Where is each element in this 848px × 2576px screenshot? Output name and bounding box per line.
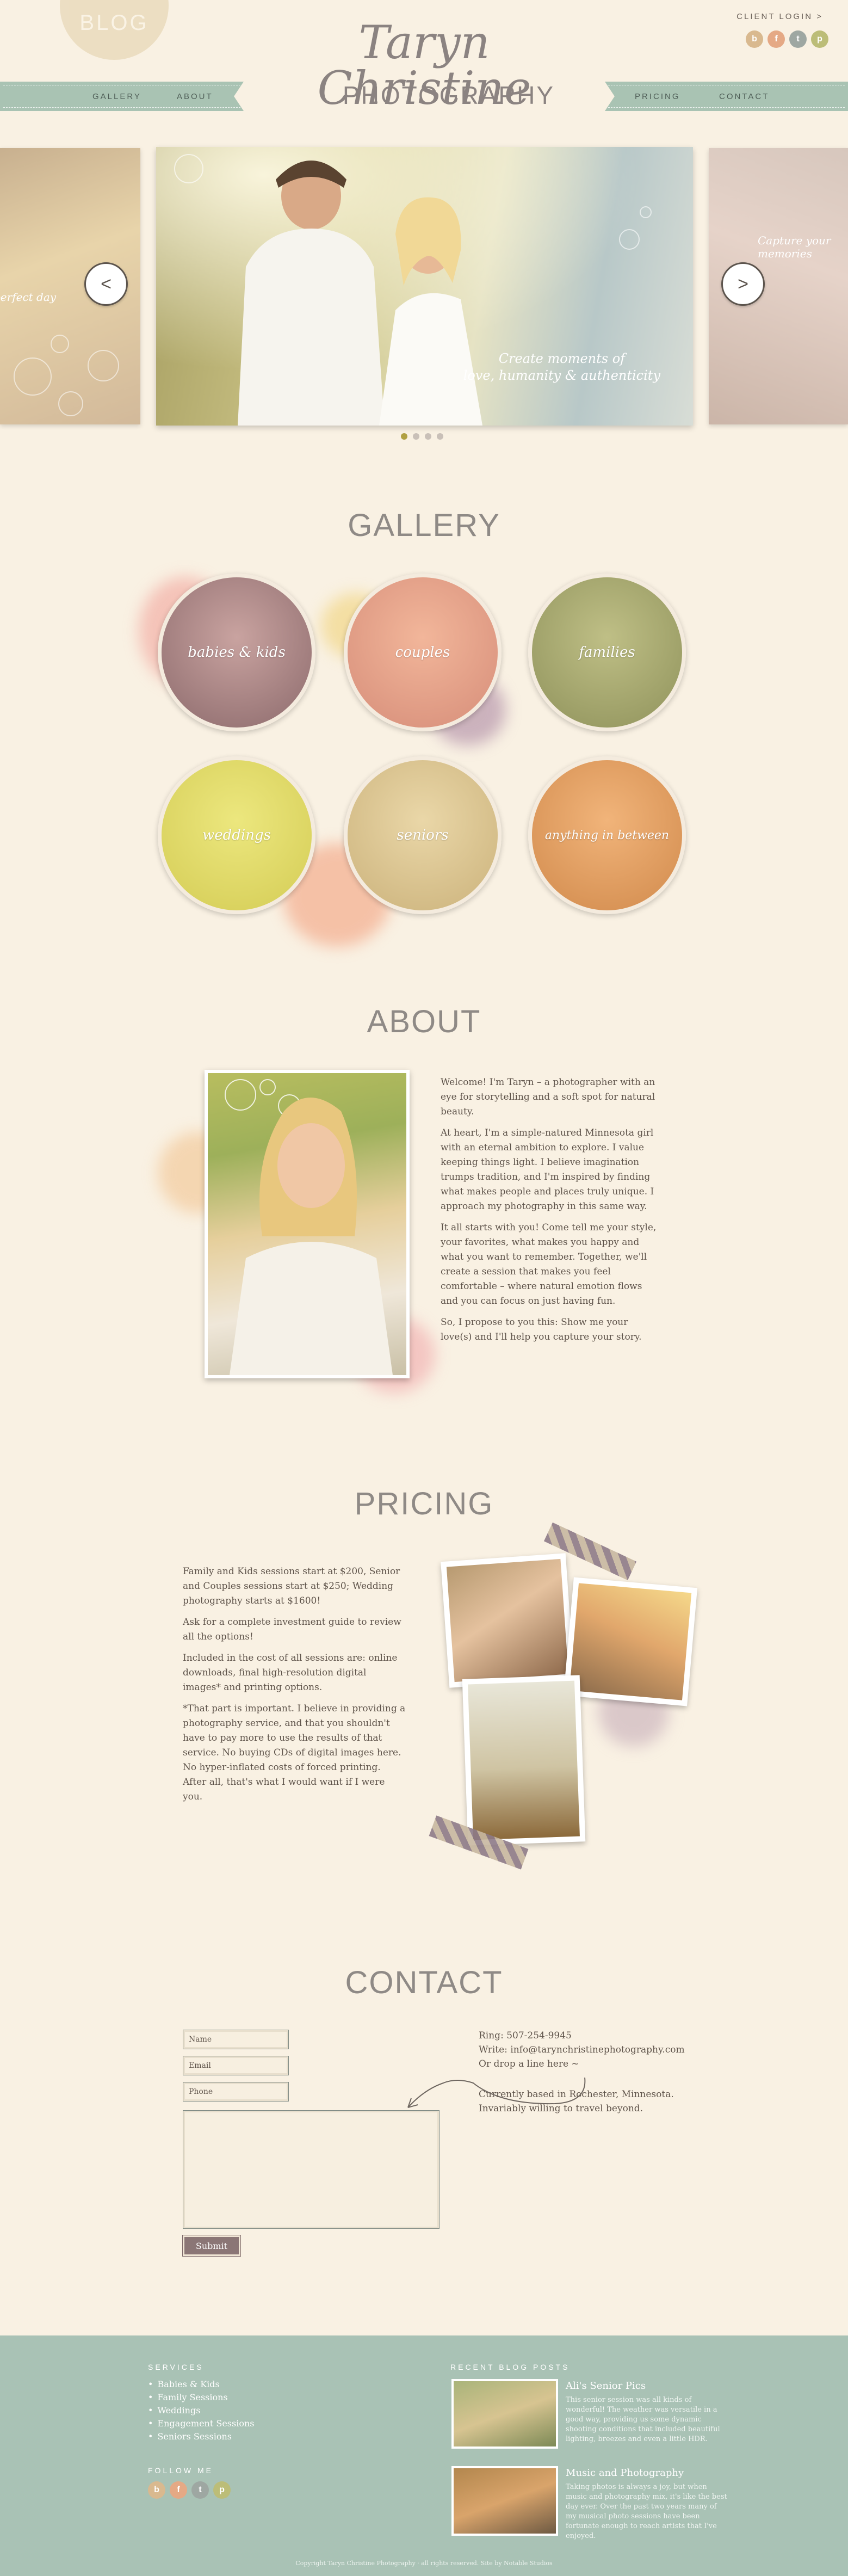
footer-follow-title: FOLLOW ME [148, 2466, 214, 2475]
pricing-paragraph: Family and Kids sessions start at $200, … [183, 1566, 400, 1606]
footer-service-link[interactable]: Weddings [157, 2405, 200, 2415]
footer-service-link[interactable]: Engagement Sessions [157, 2418, 254, 2429]
blog-post-thumbnail[interactable] [451, 2466, 558, 2536]
pinterest-icon[interactable]: p [213, 2481, 231, 2499]
arrow-doodle-icon [407, 2077, 586, 2108]
pricing-text: Family and Kids sessions start at $200, … [183, 1564, 406, 1811]
nav-pricing[interactable]: PRICING [635, 92, 680, 101]
gallery-label: seniors [397, 827, 449, 843]
footer-service-link[interactable]: Seniors Sessions [157, 2431, 232, 2442]
blog-post-thumbnail[interactable] [451, 2379, 558, 2449]
footer-service-item[interactable]: Weddings [148, 2404, 255, 2417]
slide-main-caption: Create moments of love, humanity & authe… [463, 350, 660, 384]
twitter-icon[interactable]: t [191, 2481, 209, 2499]
gallery-babies-kids[interactable]: babies & kids [158, 574, 315, 731]
facebook-icon[interactable]: f [170, 2481, 187, 2499]
pricing-paragraph: *That part is important. I believe in pr… [183, 1703, 406, 1802]
twitter-icon[interactable]: t [789, 30, 807, 48]
blog-post-title[interactable]: Ali's Senior Pics [566, 2380, 646, 2392]
gallery-label: babies & kids [188, 644, 286, 661]
logo-subtitle: PHOTOGRAPHY [343, 81, 555, 109]
footer-services-list: Babies & Kids Family Sessions Weddings E… [148, 2378, 255, 2443]
footer-service-item[interactable]: Babies & Kids [148, 2378, 255, 2391]
footer-service-item[interactable]: Seniors Sessions [148, 2430, 255, 2443]
footer: SERVICES Babies & Kids Family Sessions W… [0, 2335, 848, 2576]
copyright: Copyright Taryn Christine Photography · … [295, 2560, 553, 2567]
email-field[interactable] [183, 2056, 289, 2075]
slide-caption-line1: Create moments of [498, 350, 626, 366]
footer-service-link[interactable]: Family Sessions [157, 2392, 227, 2402]
phone-field[interactable] [183, 2082, 289, 2102]
contact-title: CONTACT [345, 1965, 503, 2000]
gallery-title: GALLERY [348, 508, 500, 543]
footer-services-title: SERVICES [148, 2363, 204, 2371]
blog-post-title[interactable]: Music and Photography [566, 2467, 684, 2479]
footer-service-item[interactable]: Engagement Sessions [148, 2417, 254, 2430]
slider-next-button[interactable]: > [721, 262, 765, 306]
slide-caption-line2: love, humanity & authenticity [463, 367, 660, 383]
slide-left-caption: perfect day [0, 291, 57, 304]
slider-dot[interactable] [437, 433, 443, 440]
footer-blog-title: RECENT BLOG POSTS [450, 2363, 570, 2371]
nav-ribbon-right: PRICING CONTACT [605, 82, 848, 111]
blog-post-excerpt: Taking photos is always a joy, but when … [566, 2483, 727, 2540]
about-title: ABOUT [367, 1004, 481, 1039]
submit-button[interactable]: Submit [182, 2235, 241, 2257]
gallery-couples[interactable]: couples [344, 574, 502, 731]
pricing-title: PRICING [354, 1486, 494, 1521]
blog-post-excerpt: This senior session was all kinds of won… [566, 2396, 720, 2443]
pricing-photo-couple [563, 1577, 698, 1706]
contact-phone: Ring: 507-254-9945 [479, 2030, 572, 2041]
portrait-illustration [225, 1079, 393, 1375]
about-text: Welcome! I'm Taryn – a photographer with… [441, 1075, 658, 1351]
gallery-label: anything in between [544, 828, 670, 842]
gallery-label: families [579, 644, 635, 661]
nav-contact[interactable]: CONTACT [719, 92, 769, 101]
pricing-photo-tree [462, 1675, 586, 1846]
nav-ribbon-left: GALLERY ABOUT [0, 82, 244, 111]
about-paragraph: Welcome! I'm Taryn – a photographer with… [441, 1077, 655, 1117]
about-paragraph: At heart, I'm a simple-natured Minnesota… [441, 1127, 654, 1212]
gallery-anything-in-between[interactable]: anything in between [528, 756, 686, 914]
slider-dot[interactable] [401, 433, 407, 440]
social-icons-top: b f t p [746, 30, 828, 48]
name-field[interactable] [183, 2030, 289, 2049]
facebook-icon[interactable]: f [767, 30, 785, 48]
about-portrait [205, 1070, 410, 1378]
pricing-paragraph: Included in the cost of all sessions are… [183, 1653, 398, 1693]
nav-gallery[interactable]: GALLERY [92, 92, 141, 101]
slider-pagination [401, 433, 443, 440]
blog-icon[interactable]: b [148, 2481, 165, 2499]
about-paragraph: So, I propose to you this: Show me your … [441, 1317, 642, 1342]
pinterest-icon[interactable]: p [811, 30, 828, 48]
gallery-families[interactable]: families [528, 574, 686, 731]
pricing-photo-mother-child [441, 1553, 574, 1688]
slider-dot[interactable] [413, 433, 419, 440]
footer-service-item[interactable]: Family Sessions [148, 2391, 255, 2404]
blog-icon[interactable]: b [746, 30, 763, 48]
contact-email[interactable]: Write: info@tarynchristinephotography.co… [479, 2043, 707, 2057]
slide-main-image: Create moments of love, humanity & authe… [156, 147, 693, 426]
blog-badge[interactable]: BLOG [60, 0, 169, 60]
gallery-seniors[interactable]: seniors [344, 756, 502, 914]
blog-label: BLOG [79, 11, 149, 35]
about-paragraph: It all starts with you! Come tell me you… [441, 1222, 657, 1307]
nav-about[interactable]: ABOUT [177, 92, 213, 101]
pricing-paragraph: Ask for a complete investment guide to r… [183, 1617, 401, 1642]
gallery-label: weddings [202, 827, 271, 843]
footer-social-icons: b f t p [148, 2481, 231, 2499]
gallery-label: couples [395, 644, 450, 661]
slide-right-caption: Capture your memories [758, 234, 831, 260]
gallery-weddings[interactable]: weddings [158, 756, 315, 914]
slider-prev-button[interactable]: < [84, 262, 128, 306]
client-login-link[interactable]: CLIENT LOGIN > [736, 12, 823, 21]
footer-service-link[interactable]: Babies & Kids [157, 2379, 219, 2389]
message-field[interactable] [183, 2110, 440, 2229]
slider-dot[interactable] [425, 433, 431, 440]
